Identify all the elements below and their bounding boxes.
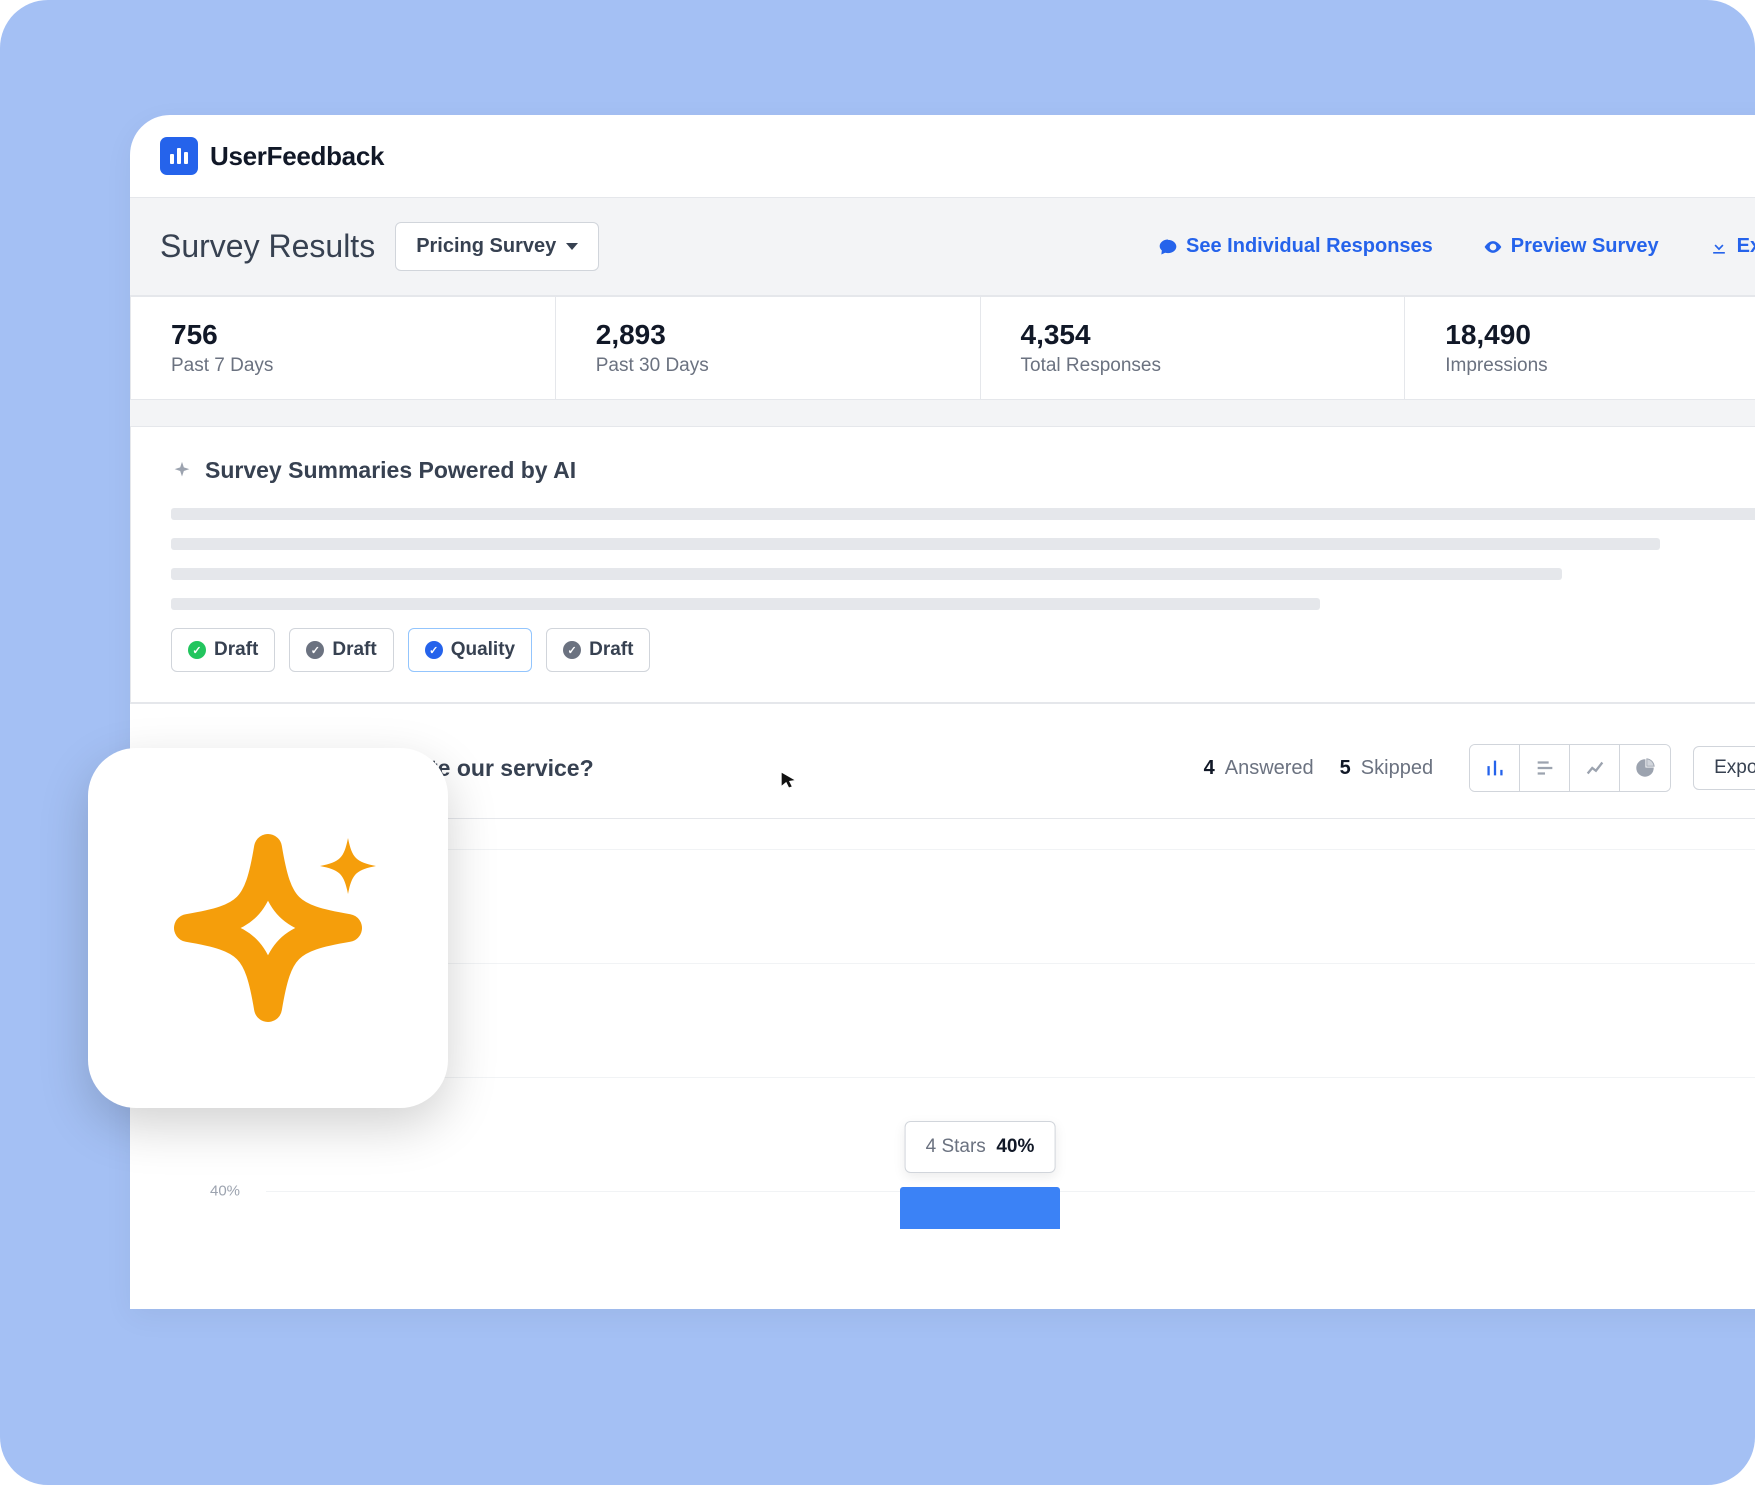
topbar: UserFeedback	[130, 115, 1755, 198]
horizontal-bar-icon	[1534, 757, 1556, 779]
app-window: UserFeedback Survey Results Pricing Surv…	[130, 115, 1755, 1309]
subheader: Survey Results Pricing Survey See Indivi…	[130, 198, 1755, 296]
pie-chart-icon	[1634, 757, 1656, 779]
see-individual-responses-link[interactable]: See Individual Responses	[1158, 235, 1433, 258]
skeleton-line	[171, 568, 1562, 580]
check-icon	[306, 641, 324, 659]
download-icon	[1709, 237, 1729, 257]
check-icon	[425, 641, 443, 659]
chart-bar[interactable]	[900, 1187, 1060, 1229]
line-chart-view-button[interactable]	[1570, 745, 1620, 791]
ai-sparkle-card	[88, 748, 448, 1108]
sparkle-large-icon	[118, 778, 418, 1078]
skeleton-line	[171, 508, 1755, 520]
ai-chip[interactable]: Quality	[408, 628, 532, 672]
ai-chip[interactable]: Draft	[289, 628, 393, 672]
eye-icon	[1483, 237, 1503, 257]
chart-tooltip: 4 Stars 40%	[905, 1121, 1056, 1173]
export-link[interactable]: Export	[1709, 235, 1755, 258]
bar-chart-icon	[1484, 757, 1506, 779]
pie-chart-view-button[interactable]	[1620, 745, 1670, 791]
chevron-down-icon	[566, 243, 578, 250]
stat-past30: 2,893 Past 30 Days	[556, 296, 981, 400]
chat-icon	[1158, 237, 1178, 257]
survey-selector-label: Pricing Survey	[416, 235, 556, 258]
bar-chart-view-button[interactable]	[1470, 745, 1520, 791]
logo-bars-icon	[170, 148, 188, 164]
skeleton-line	[171, 538, 1660, 550]
stat-total: 4,354 Total Responses	[981, 296, 1406, 400]
ai-chip[interactable]: Draft	[546, 628, 650, 672]
survey-selector-dropdown[interactable]: Pricing Survey	[395, 222, 599, 271]
check-icon	[563, 641, 581, 659]
brand-name: UserFeedback	[210, 141, 384, 172]
y-tick: 40%	[210, 1183, 240, 1200]
sparkle-icon	[171, 460, 193, 482]
hbar-chart-view-button[interactable]	[1520, 745, 1570, 791]
cursor-icon	[778, 770, 800, 792]
skeleton-line	[171, 598, 1320, 610]
line-chart-icon	[1584, 757, 1606, 779]
check-icon	[188, 641, 206, 659]
chart-view-toggle	[1469, 744, 1671, 792]
ai-panel-title: Survey Summaries Powered by AI	[205, 457, 576, 484]
stats-row: 756 Past 7 Days 2,893 Past 30 Days 4,354…	[130, 296, 1755, 426]
question-stats: 4Answered 5Skipped	[1204, 757, 1449, 780]
stat-impressions: 18,490 Impressions	[1405, 296, 1755, 400]
stat-past7: 756 Past 7 Days	[130, 296, 556, 400]
logo-icon	[160, 137, 198, 175]
frame: UserFeedback Survey Results Pricing Surv…	[0, 0, 1755, 1485]
preview-survey-link[interactable]: Preview Survey	[1483, 235, 1659, 258]
ai-chip-row: Draft Draft Quality Draft	[171, 628, 1755, 672]
page-title: Survey Results	[160, 228, 375, 265]
ai-summary-panel: Survey Summaries Powered by AI Draft Dra…	[130, 426, 1755, 703]
question-export-button[interactable]: Export	[1693, 746, 1755, 790]
ai-chip[interactable]: Draft	[171, 628, 275, 672]
